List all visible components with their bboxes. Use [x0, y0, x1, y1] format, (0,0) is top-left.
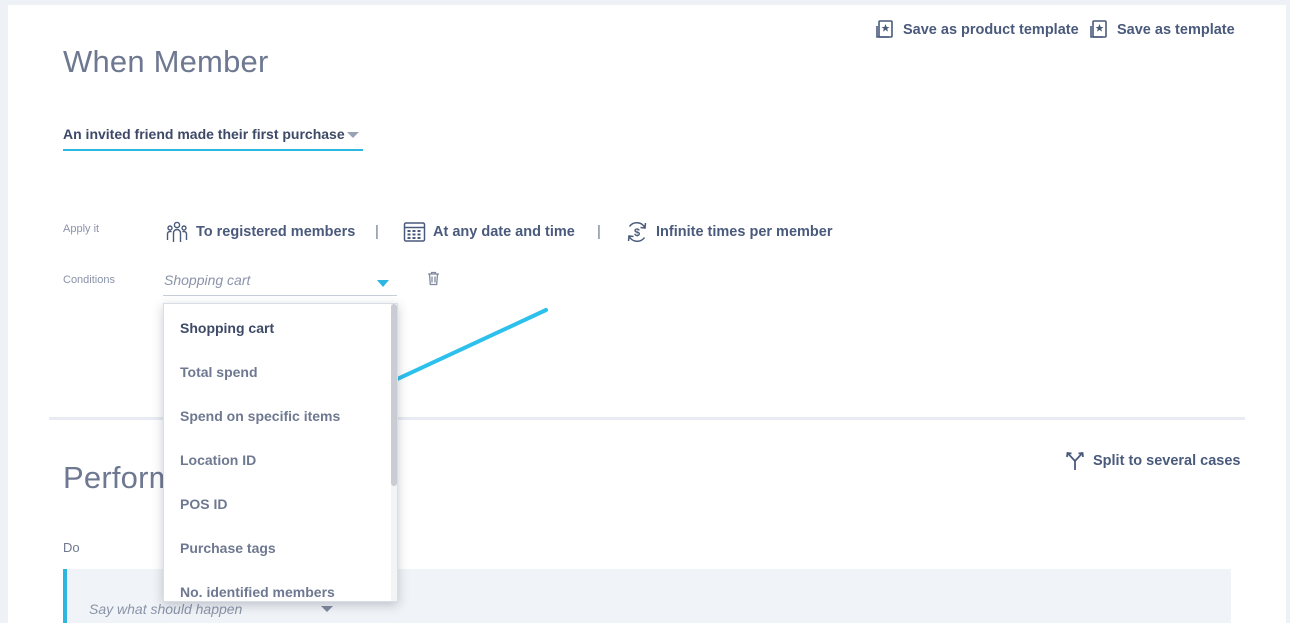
apply-members-option[interactable]: To registered members	[165, 220, 355, 244]
members-icon	[165, 220, 189, 244]
condition-select[interactable]: Shopping cart	[163, 266, 397, 296]
apply-members-label: To registered members	[196, 224, 356, 240]
do-label: Do	[63, 540, 80, 555]
apply-frequency-option[interactable]: $ Infinite times per member	[625, 220, 832, 244]
condition-option-spend-specific-items[interactable]: Spend on specific items	[180, 408, 340, 424]
trash-icon	[427, 271, 440, 286]
separator: |	[597, 223, 601, 240]
conditions-label: Conditions	[63, 274, 115, 286]
action-select-placeholder: Say what should happen	[89, 601, 243, 617]
trigger-select[interactable]: An invited friend made their first purch…	[63, 125, 363, 151]
split-cases-label: Split to several cases	[1093, 453, 1241, 469]
separator: |	[375, 223, 379, 240]
when-section-title: When Member	[63, 44, 269, 79]
apply-date-option[interactable]: At any date and time	[403, 220, 575, 243]
calendar-icon	[403, 220, 426, 243]
repeat-dollar-icon: $	[625, 220, 649, 244]
save-template-button[interactable]: Save as template	[1090, 20, 1235, 39]
chevron-down-icon	[347, 132, 359, 138]
dropdown-scrollbar[interactable]	[391, 304, 397, 601]
trigger-select-value: An invited friend made their first purch…	[63, 126, 345, 142]
apply-frequency-label: Infinite times per member	[656, 224, 833, 240]
template-icon	[876, 20, 895, 39]
apply-label: Apply it	[63, 223, 100, 235]
save-template-label: Save as template	[1117, 21, 1235, 38]
split-icon	[1065, 451, 1085, 471]
condition-option-purchase-tags[interactable]: Purchase tags	[180, 540, 276, 556]
condition-option-identified-members[interactable]: No. identified members	[180, 584, 335, 600]
condition-select-value: Shopping cart	[164, 272, 251, 288]
condition-option-location-id[interactable]: Location ID	[180, 452, 256, 468]
save-product-template-label: Save as product template	[903, 21, 1079, 38]
apply-date-label: At any date and time	[433, 223, 575, 240]
chevron-down-icon	[377, 280, 389, 287]
condition-option-total-spend[interactable]: Total spend	[180, 364, 258, 380]
save-product-template-button[interactable]: Save as product template	[876, 20, 1079, 39]
delete-condition-button[interactable]	[427, 271, 440, 286]
chevron-down-icon	[321, 606, 333, 612]
split-cases-button[interactable]: Split to several cases	[1065, 451, 1241, 471]
condition-option-shopping-cart[interactable]: Shopping cart	[180, 320, 274, 336]
condition-option-pos-id[interactable]: POS ID	[180, 496, 227, 512]
perform-section-title: Perform	[63, 460, 175, 495]
template-icon	[1090, 20, 1109, 39]
condition-dropdown-menu: Shopping cart Total spend Spend on speci…	[163, 303, 398, 602]
svg-text:$: $	[634, 227, 640, 239]
scrollbar-thumb[interactable]	[391, 304, 397, 486]
automation-rule-card: Save as product template Save as templat…	[8, 5, 1286, 623]
